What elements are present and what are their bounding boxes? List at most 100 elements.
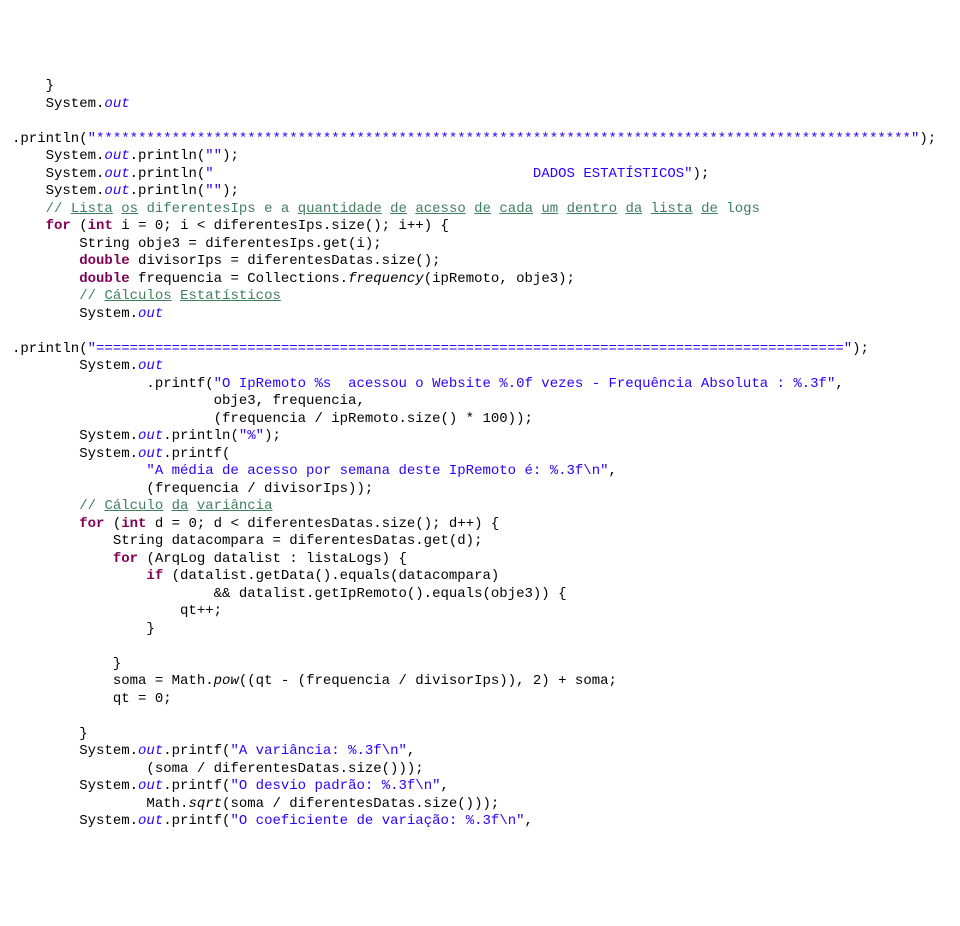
code-token: System. [12,428,138,444]
code-token: String obje3 = diferentesIps.get(i); [12,236,382,252]
code-token: pow [214,673,239,689]
code-token [12,288,79,304]
code-token: "A variância: %.3f\n" [230,743,406,759]
code-line: .printf("O IpRemoto %s acessou o Website… [12,376,948,394]
code-token: , [835,376,843,392]
code-token: os [121,201,138,217]
code-token: System. [12,813,138,829]
code-token: Lista [71,201,113,217]
code-line: System.out.println(""); [12,183,948,201]
code-token: obje3, frequencia, [12,393,365,409]
code-line [12,323,948,341]
code-line: System.out.printf("O desvio padrão: %.3f… [12,778,948,796]
code-token: ); [919,131,936,147]
code-token: ); [222,148,239,164]
code-token: Cálculo [104,498,163,514]
code-token: sqrt [188,796,222,812]
code-line: } [12,621,948,639]
code-token: double [79,253,129,269]
code-line: qt = 0; [12,691,948,709]
code-token: Cálculos [104,288,171,304]
code-token: .println( [130,166,206,182]
code-token: frequencia = Collections. [130,271,348,287]
code-line: && datalist.getIpRemoto().equals(obje3))… [12,586,948,604]
code-token: for [79,516,104,532]
code-token [558,201,566,217]
code-token: .printf( [12,376,214,392]
code-token: System. [12,743,138,759]
code-token: da [172,498,189,514]
code-token: divisorIps = diferentesDatas.size(); [130,253,441,269]
code-line: .println("******************************… [12,131,948,149]
code-token: (soma / diferentesDatas.size())); [222,796,499,812]
code-token: "O coeficiente de variação: %.3f\n" [230,813,524,829]
code-token: System. [12,778,138,794]
code-token: .printf( [163,743,230,759]
code-token: "" [205,183,222,199]
code-line: System.out [12,96,948,114]
code-token: .println( [163,428,239,444]
code-line: .println("==============================… [12,341,948,359]
code-token: .println( [130,148,206,164]
code-token [163,498,171,514]
code-token: // [46,201,71,217]
code-line: System.out [12,358,948,376]
code-token: da [625,201,642,217]
code-token: "O desvio padrão: %.3f\n" [230,778,440,794]
code-token: acesso [415,201,465,217]
code-token: double [79,271,129,287]
code-token: "O IpRemoto %s acessou o Website %.0f ve… [214,376,836,392]
code-token: (soma / diferentesDatas.size())); [12,761,424,777]
code-token [113,201,121,217]
code-line: for (ArqLog datalist : listaLogs) { [12,551,948,569]
code-line: System.out.printf("A variância: %.3f\n", [12,743,948,761]
code-line: Math.sqrt(soma / diferentesDatas.size())… [12,796,948,814]
code-token [172,288,180,304]
code-line: System.out [12,306,948,324]
code-token: "" [205,148,222,164]
code-token [466,201,474,217]
code-token: ); [222,183,239,199]
code-token: out [104,183,129,199]
code-token: System. [12,148,104,164]
code-token [12,218,46,234]
code-token: (frequencia / ipRemoto.size() * 100)); [12,411,533,427]
code-token [12,201,46,217]
code-token: out [138,446,163,462]
code-token [382,201,390,217]
code-line: System.out.println(""); [12,148,948,166]
code-token: out [138,778,163,794]
code-token [188,498,196,514]
code-token: um [541,201,558,217]
code-token: } [12,656,121,672]
code-token: lista [651,201,693,217]
code-line: // Cálculo da variância [12,498,948,516]
code-token: Math. [12,796,188,812]
code-line: System.out.println("%"); [12,428,948,446]
code-token: if [146,568,163,584]
code-token: } [12,78,54,94]
code-token [642,201,650,217]
code-token: } [12,621,155,637]
code-line: double divisorIps = diferentesDatas.size… [12,253,948,271]
code-line: } [12,78,948,96]
code-line: "A média de acesso por semana deste IpRe… [12,463,948,481]
code-token: quantidade [298,201,382,217]
code-line: (frequencia / divisorIps)); [12,481,948,499]
code-token: , [441,778,449,794]
code-token: System. [12,446,138,462]
code-line: double frequencia = Collections.frequenc… [12,271,948,289]
code-token: ); [264,428,281,444]
code-token: .println( [130,183,206,199]
code-line: System.out.printf("O coeficiente de vari… [12,813,948,831]
code-token: out [104,166,129,182]
code-token: for [46,218,71,234]
code-token: out [104,148,129,164]
code-token: ); [852,341,869,357]
code-token: "%" [239,428,264,444]
code-line: obje3, frequencia, [12,393,948,411]
code-token: Estatísticos [180,288,281,304]
code-line: soma = Math.pow((qt - (frequencia / divi… [12,673,948,691]
code-token: int [88,218,113,234]
code-token: (datalist.getData().equals(datacompara) [163,568,499,584]
